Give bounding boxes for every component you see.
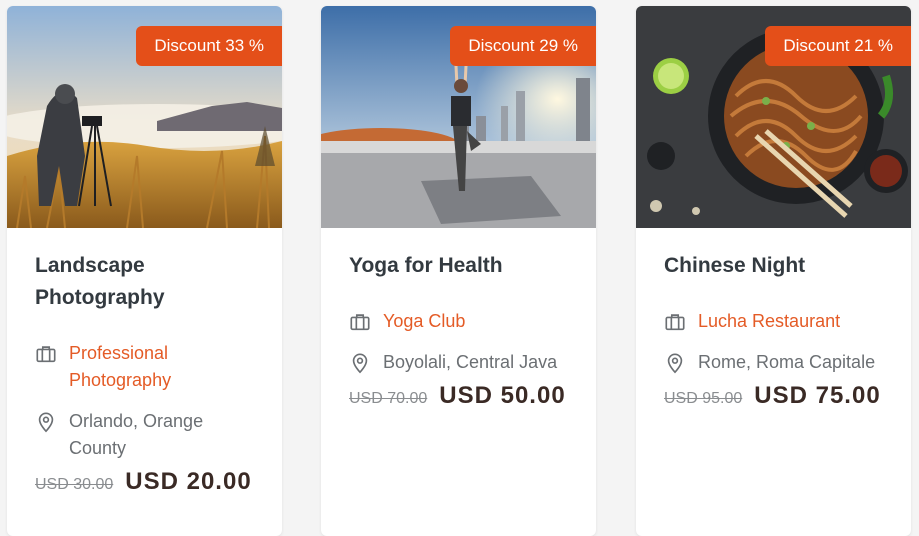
location-text: Orlando, Orange County: [69, 411, 204, 458]
original-price: USD 70.00: [349, 390, 428, 407]
discounted-price: USD 20.00: [125, 468, 252, 495]
event-card[interactable]: Discount 33 % Landscape Photography Prof…: [7, 6, 282, 536]
map-pin-icon: [667, 353, 683, 374]
discount-badge: Discount 29 %: [450, 26, 596, 66]
discounted-price: USD 50.00: [439, 382, 566, 409]
original-price: USD 30.00: [35, 476, 114, 493]
event-card[interactable]: Discount 21 % Chinese Night Lucha Restau…: [636, 6, 911, 536]
briefcase-icon: [36, 346, 56, 363]
organizer-link[interactable]: Lucha Restaurant: [698, 308, 840, 335]
discount-badge: Discount 21 %: [765, 26, 911, 66]
organizer-link[interactable]: Yoga Club: [383, 308, 465, 335]
event-title[interactable]: Chinese Night: [664, 250, 889, 282]
event-title[interactable]: Landscape Photography: [35, 250, 260, 314]
original-price: USD 95.00: [664, 390, 743, 407]
briefcase-icon: [350, 314, 370, 331]
briefcase-icon: [665, 314, 685, 331]
discounted-price: USD 75.00: [754, 382, 881, 409]
map-pin-icon: [38, 412, 54, 433]
map-pin-icon: [352, 353, 368, 374]
event-card[interactable]: Discount 29 % Yoga for Health Yoga Club …: [321, 6, 596, 536]
location-text: Boyolali, Central Java: [383, 352, 558, 372]
location-text: Rome, Roma Capitale: [698, 352, 876, 372]
organizer-link[interactable]: Professional Photography: [69, 340, 260, 394]
discount-badge: Discount 33 %: [136, 26, 282, 66]
event-title[interactable]: Yoga for Health: [349, 250, 574, 282]
